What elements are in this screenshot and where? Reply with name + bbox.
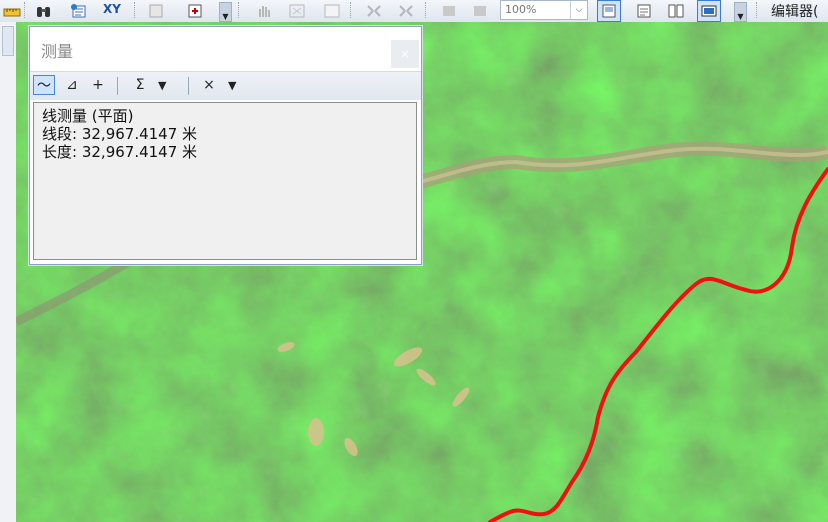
forward-extent-icon[interactable] [468, 0, 492, 22]
zoom-in-fixed-icon[interactable] [362, 0, 386, 22]
fixed-zoom-icon[interactable] [144, 0, 168, 22]
editor-menu[interactable]: 编辑器( [771, 1, 818, 21]
back-extent-icon[interactable] [437, 0, 461, 22]
measure-line-icon[interactable]: 〜 [33, 75, 55, 95]
table-of-contents-strip [0, 22, 17, 522]
layout-view-icon[interactable] [597, 0, 621, 22]
pan-icon[interactable] [252, 0, 276, 22]
length-row: 长度: 32,967.4147 米 [42, 143, 197, 161]
measure-area-glyph: ⊿ [66, 77, 78, 93]
chevron-down-icon[interactable]: ▼ [734, 2, 747, 22]
result-heading: 线测量 (平面) [42, 107, 134, 125]
chevron-down-icon[interactable]: ▼ [158, 75, 166, 95]
chevron-down-icon[interactable]: ▼ [219, 2, 232, 22]
chevron-down-icon[interactable]: ▼ [228, 75, 236, 95]
toolbar-separator [238, 2, 241, 18]
data-view-icon[interactable] [632, 0, 656, 22]
measure-toolbar: 〜 ⊿ + Σ ▼ × ▼ [30, 71, 421, 100]
segment-row: 线段: 32,967.4147 米 [42, 125, 197, 143]
toolbar-separator [117, 77, 118, 95]
measure-line-glyph: 〜 [37, 78, 51, 94]
select-icon[interactable] [320, 0, 344, 22]
segment-value: 32,967.4147 米 [81, 125, 198, 143]
dialog-title: 测量 [41, 42, 74, 61]
clear-icon[interactable]: × [198, 75, 220, 95]
toolbar-separator [134, 2, 137, 18]
toc-tab[interactable] [2, 26, 14, 56]
segment-colon: : [72, 125, 82, 143]
zoom-out-fixed-icon[interactable] [394, 0, 418, 22]
add-data-icon[interactable] [184, 0, 208, 22]
toolbar-separator [188, 77, 189, 95]
dialog-title-bar[interactable]: 测量 × [30, 27, 421, 71]
main-toolbar: XY ▼ 100% ⌵ ▼ 编辑器( [0, 0, 828, 23]
measure-feature-glyph: + [92, 77, 104, 93]
toolbar-separator [350, 2, 353, 18]
goto-xy-icon[interactable]: XY [103, 2, 121, 16]
chevron-down-icon[interactable]: ⌵ [570, 1, 587, 19]
toolbar-separator [24, 2, 27, 18]
full-extent-icon[interactable] [285, 0, 309, 22]
segment-label: 线段 [42, 125, 73, 143]
length-colon: : [72, 143, 82, 161]
ruler-icon[interactable] [0, 0, 24, 22]
close-icon[interactable]: × [391, 40, 419, 68]
map-scale-combo[interactable]: 100% ⌵ [500, 0, 588, 20]
measure-result-panel: 线测量 (平面) 线段: 32,967.4147 米 长度: 32,967.41… [33, 102, 417, 260]
measure-dialog: 测量 × 〜 ⊿ + Σ ▼ × ▼ 线测量 (平面) 线段: 32,967.4… [29, 26, 422, 265]
sum-icon[interactable]: Σ [129, 75, 151, 95]
toolbar-separator [756, 2, 759, 18]
length-label: 长度 [42, 143, 73, 161]
report-icon[interactable] [664, 0, 688, 22]
sum-glyph: Σ [135, 77, 145, 93]
binoculars-icon[interactable] [32, 0, 56, 22]
identify-icon[interactable] [68, 0, 92, 22]
toolbar-separator [425, 2, 428, 18]
scale-value: 100% [505, 3, 537, 16]
measure-feature-icon[interactable]: + [87, 75, 109, 95]
editor-toolbar-icon[interactable] [697, 0, 721, 22]
measure-area-icon[interactable]: ⊿ [61, 75, 83, 95]
length-value: 32,967.4147 米 [81, 143, 198, 161]
clear-glyph: × [203, 77, 215, 93]
